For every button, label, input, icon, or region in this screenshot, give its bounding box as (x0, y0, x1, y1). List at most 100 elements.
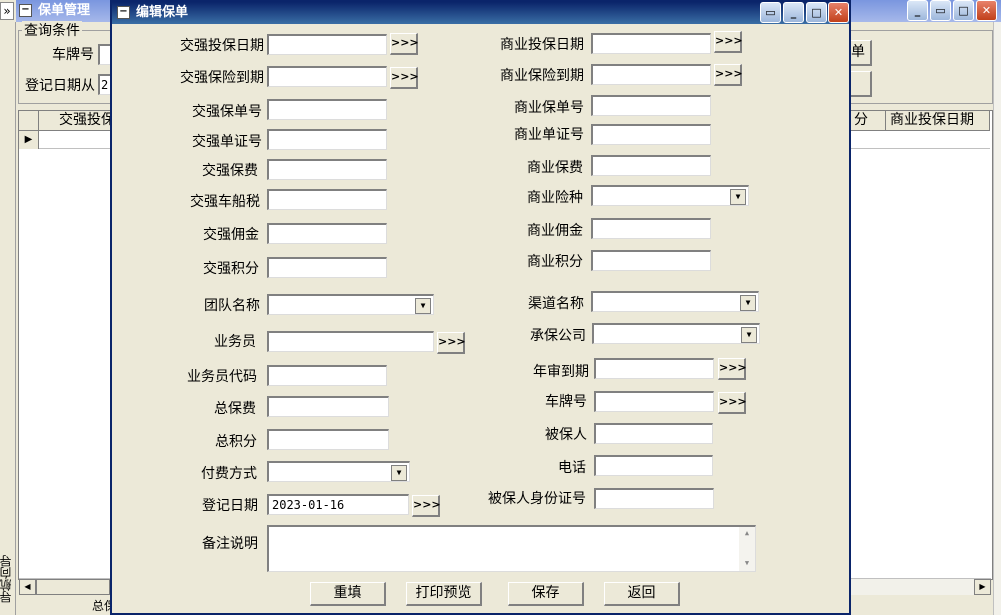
grid-row[interactable] (39, 131, 113, 149)
grid-corner (19, 111, 39, 131)
channel-name-select[interactable]: ▼ (591, 291, 759, 312)
bi-end-date-input[interactable] (591, 64, 711, 85)
insured-input[interactable] (594, 423, 713, 444)
salesman-code-input[interactable] (267, 365, 387, 386)
bi-cert-no-input[interactable] (591, 124, 711, 145)
bi-start-date-label: 商业投保日期 (500, 37, 584, 53)
grid-col-right1[interactable]: 分 (850, 111, 886, 131)
bi-commission-input[interactable] (591, 218, 711, 239)
dialog-title-bar: − 编辑保单 ▭ _ □ ✕ (112, 2, 849, 24)
bi-commission-label: 商业佣金 (527, 223, 583, 239)
chevron-down-icon[interactable]: ▼ (741, 327, 757, 343)
reg-date-picker-button[interactable]: >>> (412, 495, 441, 517)
bi-cert-no-label: 商业单证号 (514, 127, 584, 143)
salesman-code-label: 业务员代码 (187, 369, 257, 385)
chevron-down-icon[interactable]: ▼ (740, 295, 756, 311)
dialog-restore-icon[interactable]: ▭ (760, 2, 781, 23)
insured-id-input[interactable] (594, 488, 714, 509)
bi-premium-input[interactable] (591, 155, 711, 176)
bi-start-date-input[interactable] (591, 33, 711, 54)
query-right-button[interactable]: 单 (850, 40, 872, 66)
chevron-down-icon[interactable]: ▼ (391, 465, 407, 481)
minimize-icon[interactable]: _ (907, 0, 928, 21)
ci-premium-label: 交强保费 (202, 163, 258, 179)
dialog-system-menu-icon[interactable]: − (117, 6, 130, 19)
bi-type-label: 商业险种 (527, 190, 583, 206)
restore-icon[interactable]: ▭ (930, 0, 951, 21)
chevron-down-icon[interactable]: ▼ (415, 298, 431, 314)
plate-no-label: 车牌号 (545, 394, 587, 410)
inspection-due-input[interactable] (594, 358, 714, 379)
dialog-minimize-icon[interactable]: _ (783, 2, 804, 23)
plate-no-lookup-button[interactable]: >>> (718, 392, 747, 414)
ci-vehicle-tax-input[interactable] (267, 189, 387, 210)
insurer-label: 承保公司 (530, 328, 586, 344)
ci-points-input[interactable] (267, 257, 387, 278)
maximize-icon[interactable]: □ (953, 0, 974, 21)
payment-method-select[interactable]: ▼ (267, 461, 410, 482)
bi-end-date-picker-button[interactable]: >>> (714, 64, 743, 86)
vertical-scrollbar[interactable] (993, 22, 1001, 615)
ci-premium-input[interactable] (267, 159, 387, 180)
ci-end-date-label: 交强保险到期 (180, 70, 264, 86)
total-premium-input[interactable] (267, 396, 389, 417)
bi-policy-no-input[interactable] (591, 95, 711, 116)
ci-start-date-input[interactable] (267, 34, 387, 55)
print-preview-button[interactable]: 打印预览 (406, 582, 482, 606)
ci-end-date-input[interactable] (267, 66, 387, 87)
bi-policy-no-label: 商业保单号 (514, 100, 584, 116)
grid-col-ci-start[interactable]: 交强投保 (39, 111, 113, 131)
bi-points-input[interactable] (591, 250, 711, 271)
back-button[interactable]: 返回 (604, 582, 680, 606)
ci-points-label: 交强积分 (203, 261, 259, 277)
scroll-right-icon[interactable]: ▶ (974, 579, 991, 595)
insured-id-label: 被保人身份证号 (488, 491, 586, 507)
bi-premium-label: 商业保费 (527, 160, 583, 176)
inspection-due-picker-button[interactable]: >>> (718, 358, 747, 380)
salesman-lookup-button[interactable]: >>> (437, 332, 466, 354)
grid-row-right[interactable] (850, 131, 990, 149)
reg-date-label: 登记日期 (202, 498, 258, 514)
ci-start-date-label: 交强投保日期 (180, 38, 264, 54)
dialog-close-icon[interactable]: ✕ (828, 2, 849, 23)
dialog-maximize-icon[interactable]: □ (806, 2, 827, 23)
ci-policy-no-input[interactable] (267, 99, 387, 120)
ci-commission-input[interactable] (267, 223, 387, 244)
team-name-select[interactable]: ▼ (267, 294, 434, 315)
phone-label: 电话 (558, 460, 586, 476)
side-nav-label[interactable]: 导航向导 (0, 555, 16, 603)
salesman-input[interactable] (267, 331, 434, 352)
plate-no-input[interactable] (594, 391, 714, 412)
scroll-thumb[interactable] (36, 579, 110, 595)
grid-col-bi-start[interactable]: 商业投保日期 (886, 111, 990, 131)
total-points-input[interactable] (267, 429, 389, 450)
remarks-textarea[interactable]: ▲ ▼ (267, 525, 756, 572)
scroll-left-icon[interactable]: ◀ (19, 579, 36, 595)
ci-cert-no-label: 交强单证号 (192, 134, 262, 150)
close-icon[interactable]: ✕ (976, 0, 997, 21)
bi-start-date-picker-button[interactable]: >>> (714, 31, 743, 53)
reset-button[interactable]: 重填 (310, 582, 386, 606)
reg-date-input[interactable]: 2023-01-16 (267, 494, 409, 515)
scroll-up-icon[interactable]: ▲ (739, 527, 755, 539)
bi-points-label: 商业积分 (527, 254, 583, 270)
phone-input[interactable] (594, 455, 713, 476)
insurer-select[interactable]: ▼ (592, 323, 760, 344)
row-indicator-icon: ▶ (19, 131, 39, 149)
remarks-label: 备注说明 (202, 536, 258, 552)
chevron-down-icon[interactable]: ▼ (730, 189, 746, 205)
textarea-scrollbar[interactable]: ▲ ▼ (739, 527, 755, 571)
ci-cert-no-input[interactable] (267, 129, 387, 150)
bi-type-select[interactable]: ▼ (591, 185, 749, 206)
system-menu-icon[interactable]: − (19, 4, 32, 17)
ci-vehicle-tax-label: 交强车船税 (190, 194, 260, 210)
chevron-icon[interactable]: » (0, 2, 14, 20)
side-nav-strip[interactable] (0, 22, 16, 615)
ci-end-date-picker-button[interactable]: >>> (390, 67, 419, 89)
query-right-button-2[interactable] (850, 71, 872, 97)
ci-start-date-picker-button[interactable]: >>> (390, 33, 419, 55)
background-window-title: 保单管理 (38, 3, 91, 18)
save-button[interactable]: 保存 (508, 582, 584, 606)
scroll-down-icon[interactable]: ▼ (739, 557, 755, 569)
channel-name-label: 渠道名称 (528, 296, 584, 312)
